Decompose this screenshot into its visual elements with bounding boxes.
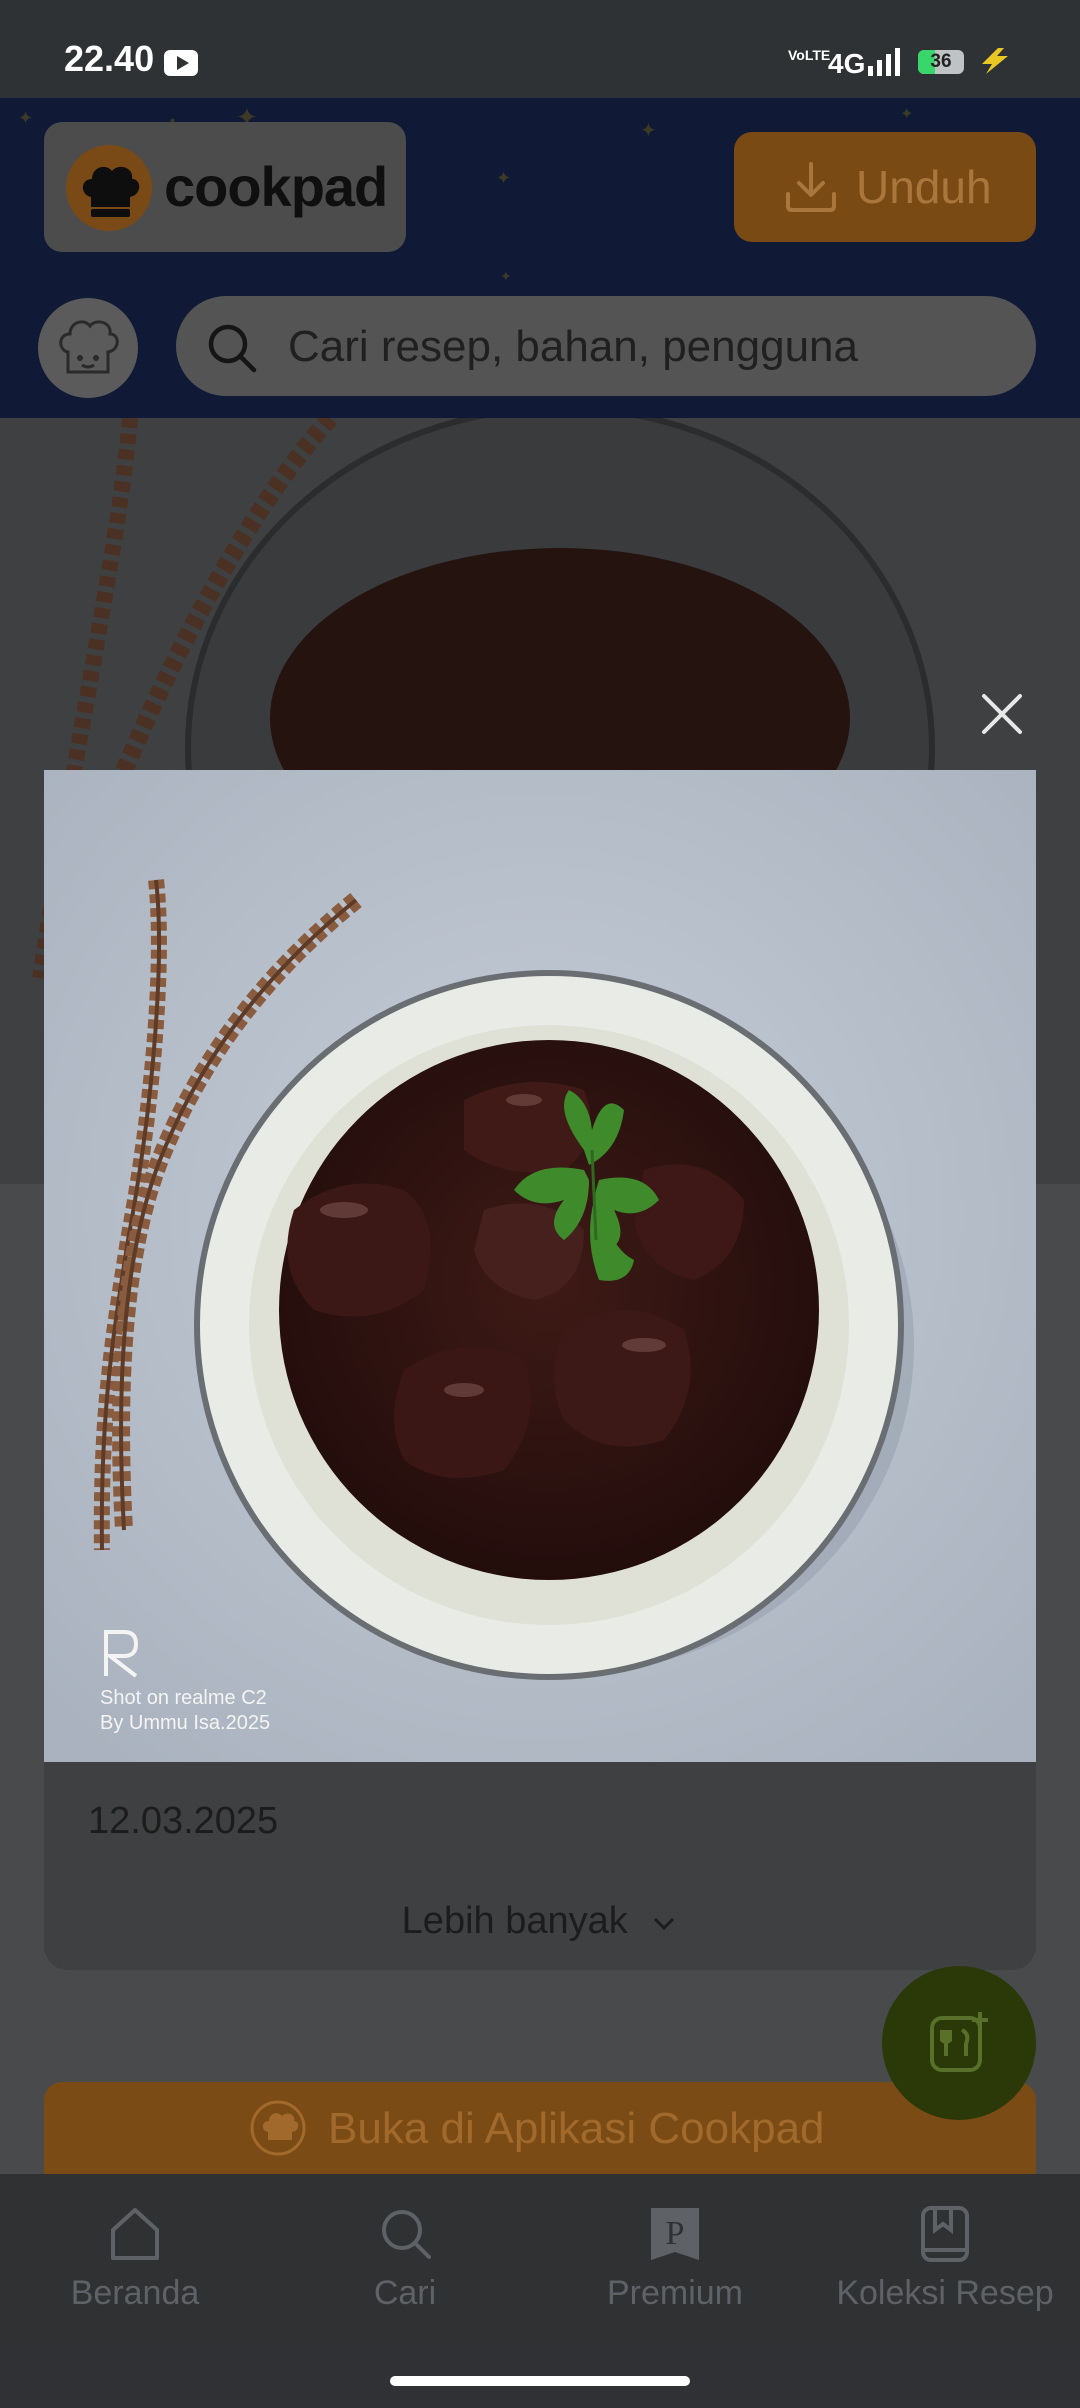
chevron-down-icon bbox=[654, 1917, 675, 1931]
more-button[interactable]: Lebih banyak bbox=[0, 1900, 1080, 1943]
clock: 22.40 bbox=[64, 38, 155, 79]
watermark-line-2: By Ummu Isa.2025 bbox=[100, 1712, 271, 1734]
nav-search-label: Cari bbox=[373, 2274, 437, 2312]
svg-text:P: P bbox=[666, 2215, 685, 2252]
nav-collection[interactable]: Koleksi Resep bbox=[810, 2174, 1080, 2344]
nav-premium[interactable]: P Premium bbox=[540, 2174, 810, 2344]
nav-premium-label: Premium bbox=[606, 2274, 744, 2312]
signal-icon bbox=[868, 48, 900, 76]
add-recipe-fab[interactable] bbox=[882, 1966, 1036, 2120]
youtube-icon bbox=[164, 50, 198, 76]
nav-home-label: Beranda bbox=[70, 2274, 200, 2312]
recipe-date: 12.03.2025 bbox=[88, 1800, 279, 1842]
download-icon bbox=[786, 162, 836, 212]
nav-search[interactable]: Cari bbox=[270, 2174, 540, 2344]
realme-logo-icon bbox=[104, 1630, 139, 1678]
open-in-app-label: Buka di Aplikasi Cookpad bbox=[328, 2104, 825, 2153]
close-icon[interactable] bbox=[972, 684, 1032, 744]
home-icon bbox=[111, 2208, 159, 2260]
bookmark-book-icon bbox=[921, 2206, 969, 2262]
battery-level: 36 bbox=[930, 51, 952, 72]
network-type: 4G bbox=[828, 48, 866, 79]
nav-collection-label: Koleksi Resep bbox=[836, 2274, 1054, 2312]
open-in-app-button[interactable]: Buka di Aplikasi Cookpad bbox=[44, 2082, 1036, 2174]
recipe-photo bbox=[44, 770, 1036, 1762]
chef-face-icon bbox=[59, 320, 119, 374]
bottom-navigation: Beranda Cari P Premium Koleksi Resep bbox=[0, 2174, 1080, 2344]
download-button[interactable]: Unduh bbox=[734, 132, 1036, 242]
premium-icon: P bbox=[651, 2208, 699, 2260]
recipe-photo-viewer[interactable]: Shot on realme C2 By Ummu Isa.2025 bbox=[44, 770, 1036, 1762]
nav-home[interactable]: Beranda bbox=[0, 2174, 270, 2344]
status-bar: 22.40 VoLTE 4G 36 bbox=[0, 0, 1080, 98]
search-icon bbox=[382, 2210, 431, 2259]
charging-bolt-icon bbox=[982, 48, 1008, 74]
volte-label: VoLTE bbox=[788, 47, 831, 63]
more-label: Lebih banyak bbox=[401, 1900, 628, 1942]
chef-hat-logo-icon bbox=[66, 145, 152, 231]
battery-icon: 36 bbox=[918, 50, 964, 74]
chef-hat-icon bbox=[250, 2100, 306, 2156]
photo-watermark: Shot on realme C2 By Ummu Isa.2025 bbox=[100, 1686, 270, 1736]
home-indicator[interactable] bbox=[390, 2376, 690, 2386]
user-avatar[interactable] bbox=[38, 298, 138, 398]
watermark-line-1: Shot on realme C2 bbox=[100, 1687, 267, 1709]
download-label: Unduh bbox=[856, 161, 992, 213]
cookpad-logo[interactable]: cookpad bbox=[44, 122, 406, 252]
search-input[interactable]: Cari resep, bahan, pengguna bbox=[288, 322, 858, 372]
search-bar[interactable]: Cari resep, bahan, pengguna bbox=[176, 296, 1036, 396]
utensils-plus-icon bbox=[930, 2012, 988, 2072]
search-icon bbox=[208, 324, 257, 373]
logo-text: cookpad bbox=[164, 155, 388, 218]
